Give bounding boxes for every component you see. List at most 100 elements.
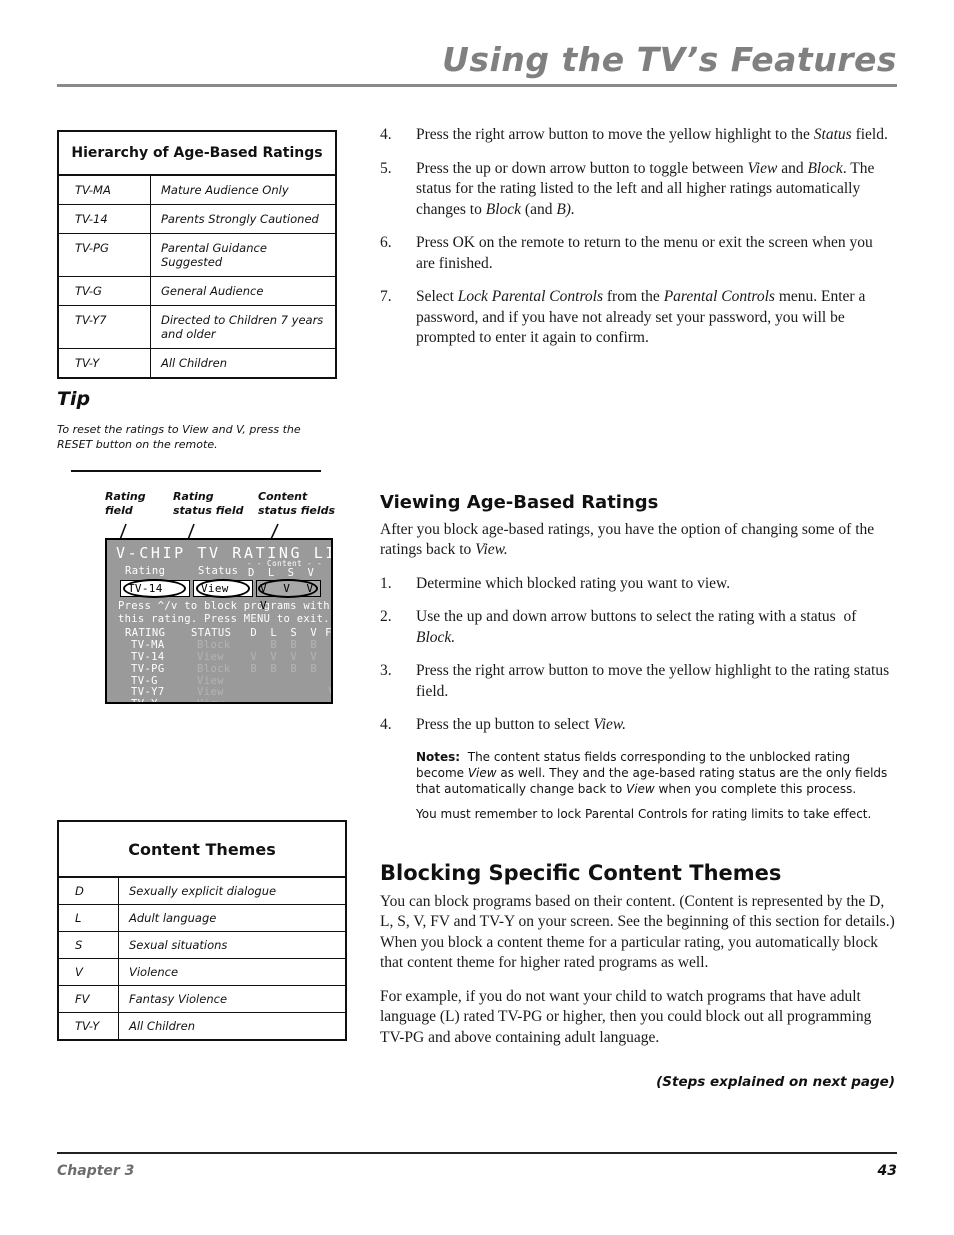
note-paragraph: Notes: The content status fields corresp… (416, 749, 888, 796)
step-text: Use the up and down arrow buttons to sel… (416, 608, 857, 646)
step-number: 1. (380, 574, 392, 592)
tv-table-row[interactable]: TV-PG Block B B B B (118, 662, 327, 676)
annotation-ellipse-rating (123, 579, 186, 598)
rating-description: Mature Audience Only (161, 183, 289, 197)
tv-table-row[interactable]: TV-14 View V V V V (118, 650, 327, 664)
tv-row-rating: TV-Y (131, 698, 158, 702)
tv-table-row[interactable]: TV-MA Block B B B (118, 638, 327, 652)
step-text: Determine which blocked rating you want … (416, 574, 731, 592)
list-item: 4. Press the right arrow button to move … (380, 125, 895, 146)
tv-row-d: B (250, 662, 257, 675)
list-item: 5. Press the up or down arrow button to … (380, 159, 895, 221)
rating-description: Parental Guidance Suggested (161, 241, 267, 269)
table-row: L Adult language (59, 905, 345, 932)
tv-row-rating: TV-PG (131, 662, 165, 675)
rating-description: General Audience (161, 284, 264, 298)
theme-description: Violence (129, 965, 179, 979)
callout-rating-status-field: Rating status field (173, 490, 244, 517)
blocking-section-heading: Blocking Specific Content Themes (380, 860, 782, 885)
step-number: 4. (380, 126, 392, 143)
viewing-steps-list: 1. Determine which blocked rating you wa… (380, 574, 895, 736)
list-item: 3. Press the right arrow button to move … (380, 661, 895, 702)
list-item: 4. Press the up button to select View. (380, 715, 895, 736)
page-title: Using the TV’s Features (442, 40, 897, 79)
tv-header-d: D (250, 627, 257, 639)
tv-row-l: V (270, 650, 277, 663)
annotation-ellipse-content (258, 579, 318, 598)
list-item: 6. Press OK on the remote to return to t… (380, 233, 895, 274)
rating-code: TV-MA (59, 176, 151, 204)
theme-description: Sexual situations (129, 938, 228, 952)
page-header: Using the TV’s Features (57, 40, 897, 102)
table-row: TV-Y7 Directed to Children 7 years and o… (59, 306, 335, 349)
table-row: TV-G General Audience (59, 277, 335, 306)
list-item: 1. Determine which blocked rating you wa… (380, 574, 895, 595)
tv-row-v: B (310, 662, 317, 675)
tip-divider (71, 470, 321, 472)
tip-text: To reset the ratings to View and V, pres… (57, 423, 301, 451)
theme-code: S (59, 932, 119, 958)
blocking-paragraph: You can block programs based on their co… (380, 892, 895, 972)
tip-block: Tip To reset the ratings to View and V, … (57, 388, 327, 472)
table-row: TV-PG Parental Guidance Suggested (59, 234, 335, 277)
hierarchy-table-title: Hierarchy of Age-Based Ratings (59, 132, 335, 176)
step-text: Press OK on the remote to return to the … (416, 234, 873, 272)
list-item: 7. Select Lock Parental Controls from th… (380, 287, 895, 349)
step-number: 4. (380, 716, 392, 733)
rating-description: Parents Strongly Cautioned (161, 212, 319, 226)
footer-rule (57, 1152, 897, 1154)
tv-row-s: B (290, 662, 297, 675)
content-themes-title: Content Themes (59, 822, 345, 878)
page-footer: Chapter 3 43 (57, 1152, 897, 1179)
rating-code: TV-Y7 (59, 306, 151, 348)
main-content-column: 4. Press the right arrow button to move … (380, 125, 895, 1090)
rating-code: TV-G (59, 277, 151, 305)
theme-description: Sexually explicit dialogue (129, 884, 277, 898)
tv-row-status: Block (197, 662, 231, 675)
theme-code: D (59, 878, 119, 904)
step-number: 5. (380, 159, 392, 177)
figure-callouts: Rating field Rating status field Content… (100, 490, 340, 538)
rating-code: TV-14 (59, 205, 151, 233)
tv-row-rating: TV-MA (131, 638, 165, 651)
footer-page-number: 43 (877, 1162, 897, 1179)
tv-row-status: View (197, 650, 224, 663)
rating-description: Directed to Children 7 years and older (161, 313, 324, 341)
tv-row-fv: V (325, 687, 331, 699)
tv-row-d: V (250, 650, 257, 663)
figure-spacer (380, 362, 895, 492)
step-number: 2. (380, 608, 392, 625)
note-paragraph: You must remember to lock Parental Contr… (416, 806, 872, 821)
viewing-section-heading: Viewing Age-Based Ratings (380, 491, 659, 513)
hierarchy-of-age-based-ratings-table: Hierarchy of Age-Based Ratings TV-MA Mat… (57, 130, 337, 379)
table-row: FV Fantasy Violence (59, 986, 345, 1013)
top-steps-list: 4. Press the right arrow button to move … (380, 125, 895, 349)
callout-content-status-fields: Content status fields (258, 490, 336, 517)
tv-row-l: B (270, 662, 277, 675)
list-item: 2. Use the up and down arrow buttons to … (380, 607, 895, 648)
tv-screen-figure: Rating field Rating status field Content… (100, 490, 340, 705)
tv-row-v: B (310, 638, 317, 651)
theme-description: Fantasy Violence (129, 992, 228, 1006)
rating-code: TV-Y (59, 349, 151, 377)
header-rule (57, 84, 897, 87)
table-row: D Sexually explicit dialogue (59, 878, 345, 905)
tv-label-status: Status (198, 565, 239, 577)
step-number: 6. (380, 234, 392, 251)
tv-table-row[interactable]: TV-Y View (118, 698, 327, 702)
theme-description: All Children (129, 1019, 196, 1033)
blocking-paragraph: For example, if you do not want your chi… (380, 987, 872, 1046)
rating-code: TV-PG (59, 234, 151, 276)
annotation-ellipse-status (196, 579, 250, 598)
step-text: Press the right arrow button to move the… (416, 126, 888, 143)
callout-rating-field: Rating field (105, 490, 146, 517)
theme-description: Adult language (129, 911, 217, 925)
tv-onscreen-menu: V-CHIP TV RATING LIMIT Rating Status - -… (105, 538, 333, 704)
step-number: 7. (380, 288, 392, 305)
tv-row-status: View (197, 698, 224, 702)
content-themes-table: Content Themes D Sexually explicit dialo… (57, 820, 347, 1041)
table-row: TV-MA Mature Audience Only (59, 176, 335, 205)
tv-row-v: V (310, 650, 317, 663)
tv-row-status: Block (197, 638, 231, 651)
tv-row-rating: TV-14 (131, 650, 165, 663)
